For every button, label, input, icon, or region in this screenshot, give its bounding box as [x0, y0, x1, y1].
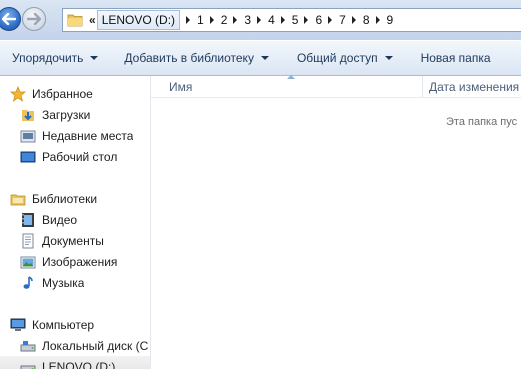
breadcrumb-5[interactable]: 5: [290, 13, 301, 27]
documents-icon: [20, 233, 36, 249]
address-overflow-chevron[interactable]: «: [89, 13, 96, 27]
star-icon: [10, 85, 26, 102]
nav-pictures-label: Изображения: [42, 254, 118, 269]
address-row: « LENOVO (D:) 1 2 3 4 5 6 7 8 9: [0, 0, 521, 40]
folder-icon: [67, 14, 83, 27]
nav-documents[interactable]: Документы: [0, 230, 150, 251]
breadcrumb-2[interactable]: 2: [219, 13, 230, 27]
chevron-down-icon: [90, 56, 99, 60]
nav-favorites[interactable]: Избранное: [0, 83, 150, 104]
breadcrumb-9[interactable]: 9: [385, 13, 396, 27]
breadcrumb-lenovo[interactable]: LENOVO (D:): [96, 10, 181, 30]
breadcrumb-3[interactable]: 3: [242, 13, 253, 27]
video-icon: [20, 212, 36, 228]
organize-button[interactable]: Упорядочить: [6, 45, 104, 71]
column-date-label: Дата изменения: [429, 80, 520, 94]
breadcrumb-separator-icon[interactable]: [209, 16, 214, 24]
nav-lenovo-drive[interactable]: LENOVO (D:): [0, 356, 150, 369]
share-button[interactable]: Общий доступ: [291, 45, 399, 71]
nav-lenovo-label: LENOVO (D:): [42, 359, 116, 369]
organize-label: Упорядочить: [12, 51, 84, 65]
nav-local-disk[interactable]: Локальный диск (C: [0, 335, 150, 356]
add-to-library-label: Добавить в библиотеку: [124, 51, 254, 65]
nav-computer[interactable]: Компьютер: [0, 314, 150, 335]
nav-music-label: Музыка: [42, 275, 85, 290]
empty-folder-message: Эта папка пус: [446, 116, 518, 128]
drive-icon: [20, 359, 36, 369]
column-header-name[interactable]: Имя: [151, 75, 423, 98]
desktop-icon: [20, 149, 36, 165]
nav-recent-places[interactable]: Недавние места: [0, 125, 150, 146]
nav-libraries[interactable]: Библиотеки: [0, 188, 150, 209]
breadcrumb-7[interactable]: 7: [337, 13, 348, 27]
breadcrumb-1[interactable]: 1: [195, 13, 206, 27]
breadcrumb-8[interactable]: 8: [361, 13, 372, 27]
chevron-down-icon: [384, 56, 393, 60]
column-name-label: Имя: [169, 80, 193, 94]
nav-pictures[interactable]: Изображения: [0, 251, 150, 272]
breadcrumb-separator-icon[interactable]: [186, 16, 191, 24]
nav-local-disk-label: Локальный диск (C: [42, 338, 149, 353]
breadcrumb-separator-icon[interactable]: [257, 16, 262, 24]
breadcrumb-separator-icon[interactable]: [375, 16, 380, 24]
add-to-library-button[interactable]: Добавить в библиотеку: [118, 45, 275, 71]
address-bar[interactable]: « LENOVO (D:) 1 2 3 4 5 6 7 8 9: [62, 8, 521, 32]
nav-desktop-label: Рабочий стол: [42, 149, 118, 164]
arrow-right-icon: [27, 13, 41, 25]
drive-icon: [20, 338, 36, 354]
nav-recent-places-label: Недавние места: [42, 128, 134, 143]
breadcrumb-separator-icon[interactable]: [328, 16, 333, 24]
nav-video-label: Видео: [42, 212, 78, 227]
share-label: Общий доступ: [296, 51, 378, 65]
column-header-row: Имя Дата изменения: [151, 75, 521, 98]
breadcrumb-separator-icon[interactable]: [304, 16, 309, 24]
nav-libraries-label: Библиотеки: [32, 191, 98, 206]
new-folder-button[interactable]: Новая папка: [415, 45, 497, 71]
music-note-icon: [20, 275, 36, 291]
nav-favorites-label: Избранное: [32, 86, 93, 101]
nav-computer-label: Компьютер: [32, 317, 95, 332]
arrow-left-icon: [2, 13, 16, 25]
breadcrumb-6[interactable]: 6: [313, 13, 324, 27]
breadcrumb-separator-icon[interactable]: [351, 16, 356, 24]
nav-music[interactable]: Музыка: [0, 272, 150, 293]
navigation-pane: Избранное Загрузки Недавние места Рабочи…: [0, 76, 151, 369]
column-header-date-modified[interactable]: Дата изменения: [423, 76, 521, 98]
sort-ascending-icon: [287, 75, 295, 79]
breadcrumb-4[interactable]: 4: [266, 13, 277, 27]
pictures-icon: [20, 254, 36, 270]
nav-video[interactable]: Видео: [0, 209, 150, 230]
forward-button[interactable]: [22, 7, 46, 31]
libraries-icon: [10, 191, 26, 207]
breadcrumb-separator-icon[interactable]: [280, 16, 285, 24]
breadcrumb-separator-icon[interactable]: [233, 16, 238, 24]
downloads-folder-icon: [20, 107, 36, 123]
command-bar: Упорядочить Добавить в библиотеку Общий …: [0, 40, 521, 76]
file-list[interactable]: Имя Дата изменения Эта папка пус: [151, 75, 521, 369]
nav-documents-label: Документы: [42, 233, 104, 248]
nav-desktop[interactable]: Рабочий стол: [0, 146, 150, 167]
computer-icon: [10, 317, 26, 333]
nav-downloads-label: Загрузки: [42, 107, 91, 122]
nav-downloads[interactable]: Загрузки: [0, 104, 150, 125]
back-button[interactable]: [0, 7, 21, 31]
chevron-down-icon: [260, 56, 269, 60]
new-folder-label: Новая папка: [420, 51, 491, 65]
recent-places-icon: [20, 128, 36, 144]
